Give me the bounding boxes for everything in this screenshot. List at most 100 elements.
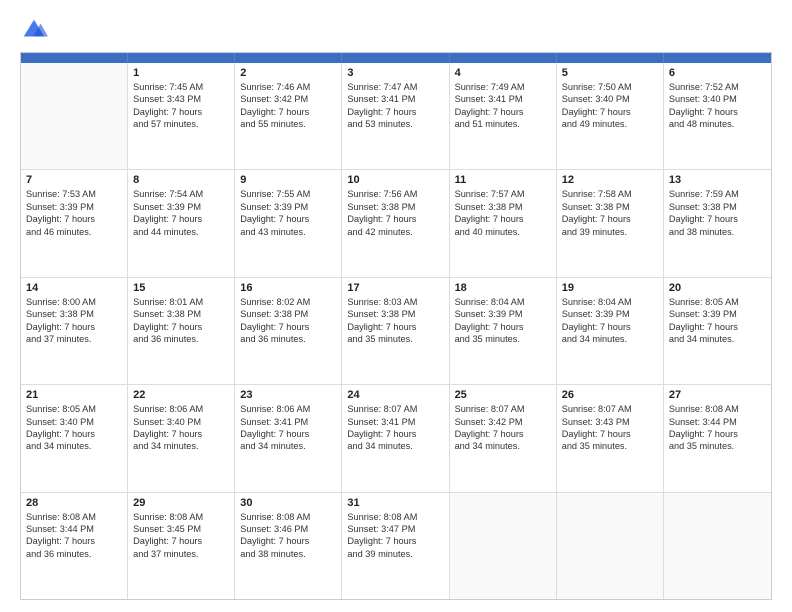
day-number: 25 <box>455 389 551 401</box>
sunset-text: Sunset: 3:38 PM <box>240 308 336 320</box>
day-number: 13 <box>669 174 766 186</box>
sunset-text: Sunset: 3:39 PM <box>240 201 336 213</box>
calendar-cell: 6Sunrise: 7:52 AMSunset: 3:40 PMDaylight… <box>664 63 771 169</box>
sunrise-text: Sunrise: 8:02 AM <box>240 296 336 308</box>
calendar-cell: 20Sunrise: 8:05 AMSunset: 3:39 PMDayligh… <box>664 278 771 384</box>
calendar-cell: 18Sunrise: 8:04 AMSunset: 3:39 PMDayligh… <box>450 278 557 384</box>
daylight-text: Daylight: 7 hours <box>133 321 229 333</box>
daylight2-text: and 39 minutes. <box>562 226 658 238</box>
daylight-text: Daylight: 7 hours <box>669 106 766 118</box>
calendar-cell: 25Sunrise: 8:07 AMSunset: 3:42 PMDayligh… <box>450 385 557 491</box>
day-number: 3 <box>347 67 443 79</box>
daylight2-text: and 46 minutes. <box>26 226 122 238</box>
daylight2-text: and 38 minutes. <box>669 226 766 238</box>
calendar: 1Sunrise: 7:45 AMSunset: 3:43 PMDaylight… <box>20 52 772 600</box>
header-wednesday <box>342 53 449 63</box>
calendar-cell: 28Sunrise: 8:08 AMSunset: 3:44 PMDayligh… <box>21 493 128 599</box>
sunset-text: Sunset: 3:42 PM <box>455 416 551 428</box>
day-number: 12 <box>562 174 658 186</box>
header-tuesday <box>235 53 342 63</box>
day-number: 23 <box>240 389 336 401</box>
sunrise-text: Sunrise: 8:08 AM <box>26 511 122 523</box>
header-saturday <box>664 53 771 63</box>
daylight-text: Daylight: 7 hours <box>562 428 658 440</box>
calendar-body: 1Sunrise: 7:45 AMSunset: 3:43 PMDaylight… <box>21 63 771 599</box>
sunrise-text: Sunrise: 8:07 AM <box>455 403 551 415</box>
sunset-text: Sunset: 3:38 PM <box>133 308 229 320</box>
calendar-cell: 12Sunrise: 7:58 AMSunset: 3:38 PMDayligh… <box>557 170 664 276</box>
daylight2-text: and 44 minutes. <box>133 226 229 238</box>
sunset-text: Sunset: 3:39 PM <box>669 308 766 320</box>
day-number: 8 <box>133 174 229 186</box>
day-number: 4 <box>455 67 551 79</box>
sunrise-text: Sunrise: 8:08 AM <box>347 511 443 523</box>
calendar-cell: 8Sunrise: 7:54 AMSunset: 3:39 PMDaylight… <box>128 170 235 276</box>
calendar-cell: 1Sunrise: 7:45 AMSunset: 3:43 PMDaylight… <box>128 63 235 169</box>
day-number: 16 <box>240 282 336 294</box>
sunset-text: Sunset: 3:41 PM <box>455 93 551 105</box>
daylight2-text: and 34 minutes. <box>26 440 122 452</box>
daylight-text: Daylight: 7 hours <box>240 428 336 440</box>
day-number: 21 <box>26 389 122 401</box>
day-number: 15 <box>133 282 229 294</box>
page: 1Sunrise: 7:45 AMSunset: 3:43 PMDaylight… <box>0 0 792 612</box>
day-number: 2 <box>240 67 336 79</box>
sunset-text: Sunset: 3:44 PM <box>669 416 766 428</box>
sunrise-text: Sunrise: 8:04 AM <box>455 296 551 308</box>
day-number: 9 <box>240 174 336 186</box>
sunset-text: Sunset: 3:40 PM <box>26 416 122 428</box>
day-number: 5 <box>562 67 658 79</box>
calendar-cell: 11Sunrise: 7:57 AMSunset: 3:38 PMDayligh… <box>450 170 557 276</box>
daylight-text: Daylight: 7 hours <box>669 213 766 225</box>
sunset-text: Sunset: 3:45 PM <box>133 523 229 535</box>
daylight-text: Daylight: 7 hours <box>240 106 336 118</box>
daylight2-text: and 55 minutes. <box>240 118 336 130</box>
calendar-cell: 2Sunrise: 7:46 AMSunset: 3:42 PMDaylight… <box>235 63 342 169</box>
header-monday <box>128 53 235 63</box>
daylight2-text: and 53 minutes. <box>347 118 443 130</box>
calendar-cell: 4Sunrise: 7:49 AMSunset: 3:41 PMDaylight… <box>450 63 557 169</box>
calendar-row-3: 14Sunrise: 8:00 AMSunset: 3:38 PMDayligh… <box>21 278 771 385</box>
daylight-text: Daylight: 7 hours <box>347 213 443 225</box>
sunset-text: Sunset: 3:46 PM <box>240 523 336 535</box>
daylight2-text: and 39 minutes. <box>347 548 443 560</box>
sunset-text: Sunset: 3:38 PM <box>562 201 658 213</box>
calendar-cell: 23Sunrise: 8:06 AMSunset: 3:41 PMDayligh… <box>235 385 342 491</box>
sunrise-text: Sunrise: 8:05 AM <box>26 403 122 415</box>
sunrise-text: Sunrise: 7:47 AM <box>347 81 443 93</box>
daylight2-text: and 42 minutes. <box>347 226 443 238</box>
daylight-text: Daylight: 7 hours <box>133 106 229 118</box>
calendar-cell: 15Sunrise: 8:01 AMSunset: 3:38 PMDayligh… <box>128 278 235 384</box>
calendar-cell: 9Sunrise: 7:55 AMSunset: 3:39 PMDaylight… <box>235 170 342 276</box>
calendar-cell <box>557 493 664 599</box>
sunrise-text: Sunrise: 7:46 AM <box>240 81 336 93</box>
calendar-row-5: 28Sunrise: 8:08 AMSunset: 3:44 PMDayligh… <box>21 493 771 599</box>
sunset-text: Sunset: 3:38 PM <box>347 308 443 320</box>
daylight-text: Daylight: 7 hours <box>347 321 443 333</box>
daylight-text: Daylight: 7 hours <box>347 535 443 547</box>
sunset-text: Sunset: 3:38 PM <box>26 308 122 320</box>
sunrise-text: Sunrise: 8:06 AM <box>240 403 336 415</box>
calendar-cell: 17Sunrise: 8:03 AMSunset: 3:38 PMDayligh… <box>342 278 449 384</box>
sunrise-text: Sunrise: 8:08 AM <box>133 511 229 523</box>
calendar-row-1: 1Sunrise: 7:45 AMSunset: 3:43 PMDaylight… <box>21 63 771 170</box>
daylight2-text: and 51 minutes. <box>455 118 551 130</box>
daylight2-text: and 34 minutes. <box>240 440 336 452</box>
day-number: 11 <box>455 174 551 186</box>
sunrise-text: Sunrise: 8:07 AM <box>562 403 658 415</box>
daylight2-text: and 35 minutes. <box>455 333 551 345</box>
daylight-text: Daylight: 7 hours <box>455 321 551 333</box>
sunrise-text: Sunrise: 7:52 AM <box>669 81 766 93</box>
calendar-cell: 13Sunrise: 7:59 AMSunset: 3:38 PMDayligh… <box>664 170 771 276</box>
daylight2-text: and 38 minutes. <box>240 548 336 560</box>
daylight-text: Daylight: 7 hours <box>26 535 122 547</box>
sunset-text: Sunset: 3:39 PM <box>455 308 551 320</box>
calendar-cell: 27Sunrise: 8:08 AMSunset: 3:44 PMDayligh… <box>664 385 771 491</box>
sunrise-text: Sunrise: 8:05 AM <box>669 296 766 308</box>
sunrise-text: Sunrise: 8:08 AM <box>669 403 766 415</box>
sunrise-text: Sunrise: 7:55 AM <box>240 188 336 200</box>
daylight-text: Daylight: 7 hours <box>347 106 443 118</box>
calendar-cell: 24Sunrise: 8:07 AMSunset: 3:41 PMDayligh… <box>342 385 449 491</box>
daylight2-text: and 36 minutes. <box>133 333 229 345</box>
daylight-text: Daylight: 7 hours <box>26 321 122 333</box>
